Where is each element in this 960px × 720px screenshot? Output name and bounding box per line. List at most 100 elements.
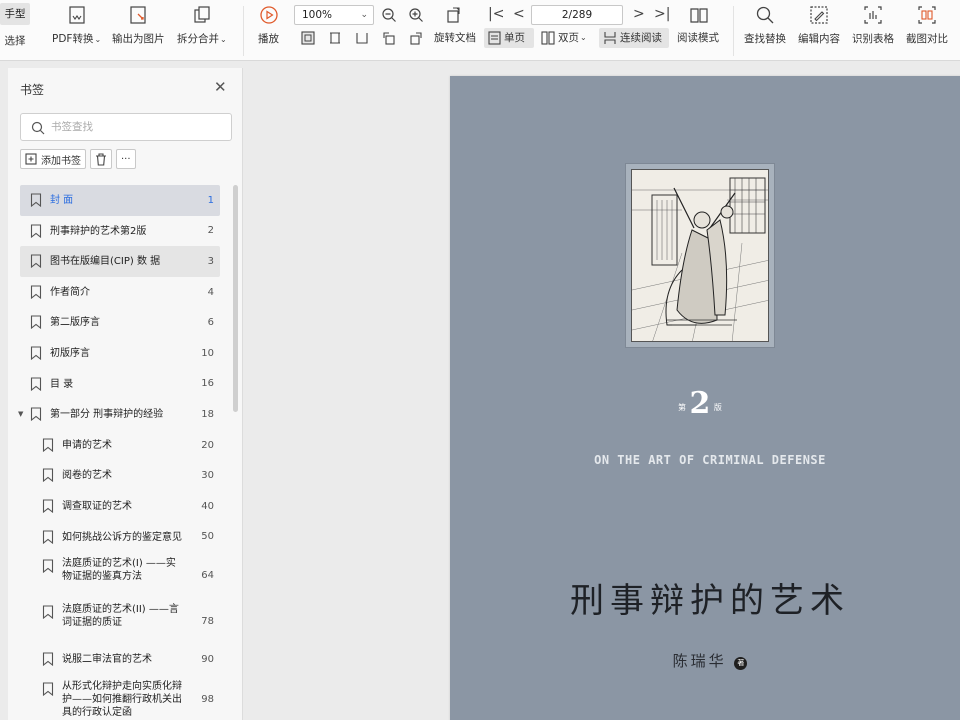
double-page-icon [541,30,555,45]
bookmark-label-line: 词证据的质证 [62,617,122,629]
recognize-table-button[interactable]: 识别表格 [852,5,894,46]
bookmark-label-line: 第二版序言 [50,317,100,329]
edition-prefix: 第 [678,403,686,412]
bookmark-item[interactable]: 申请的艺术 20 [20,430,220,461]
rotate-doc-icon[interactable] [445,6,463,24]
screenshot-compare-label: 截图对比 [906,33,948,45]
bookmark-page-number: 4 [207,286,214,298]
document-view[interactable]: 第 2 版 ON THE ART OF CRIMINAL DEFENSE 刑事辩… [243,61,960,720]
bookmark-icon [30,315,42,332]
more-options-button[interactable]: ··· [116,149,136,169]
bookmark-page-number: 20 [201,439,214,451]
find-replace-button[interactable]: 查找替换 [744,5,786,46]
next-page-icon[interactable]: > [633,5,645,23]
bookmark-item[interactable]: 法庭质证的艺术(I) ——实 物证据的鉴真方法 64 [20,552,220,598]
bookmark-label-line: 阅卷的艺术 [62,470,112,482]
bookmark-search[interactable] [20,113,232,141]
bookmark-item[interactable]: 调查取证的艺术 40 [20,491,220,522]
double-page-label: 双页 [558,32,579,44]
play-button[interactable]: 播放 [258,5,279,46]
toolbar: 手型 选择 PDF转换⌄ 输出为图片 拆分合并⌄ 播放 100% ⌄ |< < 2… [0,0,960,61]
bookmark-search-input[interactable] [51,118,221,136]
bookmark-item[interactable]: ▼ 第一部分 刑事辩护的经验 18 [18,399,220,430]
last-page-icon[interactable]: >| [654,5,670,23]
author-name: 陈瑞华 [672,652,727,670]
fit-page-icon [301,31,315,45]
bookmark-item[interactable]: 目 录 16 [20,369,220,400]
bookmark-icon [30,224,42,241]
rotate-left-button[interactable] [381,30,400,46]
delete-bookmark-button[interactable] [90,149,112,169]
continuous-read-button[interactable]: 连续阅读 [603,30,662,45]
bookmark-item[interactable]: 初版序言 10 [20,338,220,369]
first-page-icon[interactable]: |< [488,5,504,23]
close-icon[interactable]: ✕ [214,79,227,95]
actual-size-button[interactable] [354,30,373,46]
bookmark-item[interactable]: 第二版序言 6 [20,307,220,338]
bookmark-item[interactable]: 刑事辩护的艺术第2版 2 [20,216,220,247]
edition-number: 2 [689,386,711,421]
trash-icon [96,152,106,166]
pdf-convert-button[interactable]: PDF转换⌄ [52,5,101,46]
screenshot-compare-button[interactable]: 截图对比 [906,5,948,46]
edition-mark: 第 2 版 [678,386,722,421]
bookmark-label: 说服二审法官的艺术 [62,653,152,666]
bookmark-panel: 书签 ✕ 添加书签 ··· 封 面 1 刑事辩护的艺术第2版 2 图书在版编目(CIP)… [8,68,243,720]
bookmark-item[interactable]: 说服二审法官的艺术 90 [20,644,220,675]
single-page-button[interactable]: 单页 [488,30,525,45]
read-mode-label[interactable]: 阅读模式 [677,30,719,45]
add-bookmark-label: 添加书签 [41,155,81,167]
bookmark-label: 封 面 [50,194,73,207]
bookmark-item[interactable]: 图书在版编目(CIP) 数 据 3 [20,246,220,277]
bookmark-list: 封 面 1 刑事辩护的艺术第2版 2 图书在版编目(CIP) 数 据 3 作者简介 4 第二版序… [18,185,220,720]
split-merge-button[interactable]: 拆分合并⌄ [177,5,227,46]
zoom-select[interactable]: 100% ⌄ [294,5,374,25]
export-image-icon [130,6,146,24]
divider [243,6,244,56]
scrollbar[interactable] [233,185,238,412]
bookmark-icon [42,438,54,455]
bookmark-label-line: 法庭质证的艺术(II) ——言 [62,604,179,616]
split-merge-label: 拆分合并 [177,33,219,45]
bookmark-icon [30,193,42,210]
bookmark-label-line: 图书在版编目(CIP) 数 据 [50,256,161,268]
bookmark-item[interactable]: 封 面 1 [20,185,220,216]
fit-page-button[interactable] [300,30,319,46]
export-image-button[interactable]: 输出为图片 [112,5,165,46]
bookmark-label: 阅卷的艺术 [62,469,112,482]
chevron-down-icon: ⌄ [94,35,102,44]
bookmark-icon [30,407,42,424]
bookmark-label: 目 录 [50,378,73,391]
select-mode-button[interactable]: 选择 [0,33,30,48]
chevron-down-icon: ⌄ [580,33,587,42]
add-bookmark-button[interactable]: 添加书签 [20,149,86,169]
bookmark-item[interactable]: 阅卷的艺术 30 [20,460,220,491]
double-page-button[interactable]: 双页 ⌄ [541,30,587,45]
fit-width-button[interactable] [327,30,346,46]
prev-page-icon[interactable]: < [513,5,525,23]
expand-arrow-icon[interactable]: ▼ [18,410,23,418]
edit-content-button[interactable]: 编辑内容 [798,5,840,46]
rotate-right-button[interactable] [408,30,427,46]
author-mark: 著 [734,657,748,670]
bookmark-icon [42,682,54,699]
bookmark-label: 作者简介 [50,286,90,299]
bookmark-icon [42,559,54,576]
bookmark-page-number: 40 [201,500,214,512]
bookmark-item[interactable]: 法庭质证的艺术(II) ——言 词证据的质证 78 [20,598,220,644]
bookmark-item[interactable]: 如何挑战公诉方的鉴定意见 50 [20,522,220,553]
recognize-table-label: 识别表格 [852,33,894,45]
bookmark-label: 第二版序言 [50,316,100,329]
read-mode-icon[interactable] [689,6,709,24]
hand-mode-button[interactable]: 手型 [0,3,30,25]
zoom-out-icon[interactable] [381,7,397,23]
continuous-read-icon [604,31,616,44]
bookmark-item[interactable]: 从形式化辩护走向实质化辩 护——如何推翻行政机关出 具的行政认定函 98 [20,675,220,720]
zoom-in-icon[interactable] [408,7,424,23]
divider [733,6,734,56]
fit-width-icon [330,32,340,44]
page-indicator-input[interactable]: 2/289 [531,5,623,25]
bookmark-item[interactable]: 作者简介 4 [20,277,220,308]
rotate-doc-label[interactable]: 旋转文档 [434,30,476,45]
continuous-read-label: 连续阅读 [620,32,662,44]
